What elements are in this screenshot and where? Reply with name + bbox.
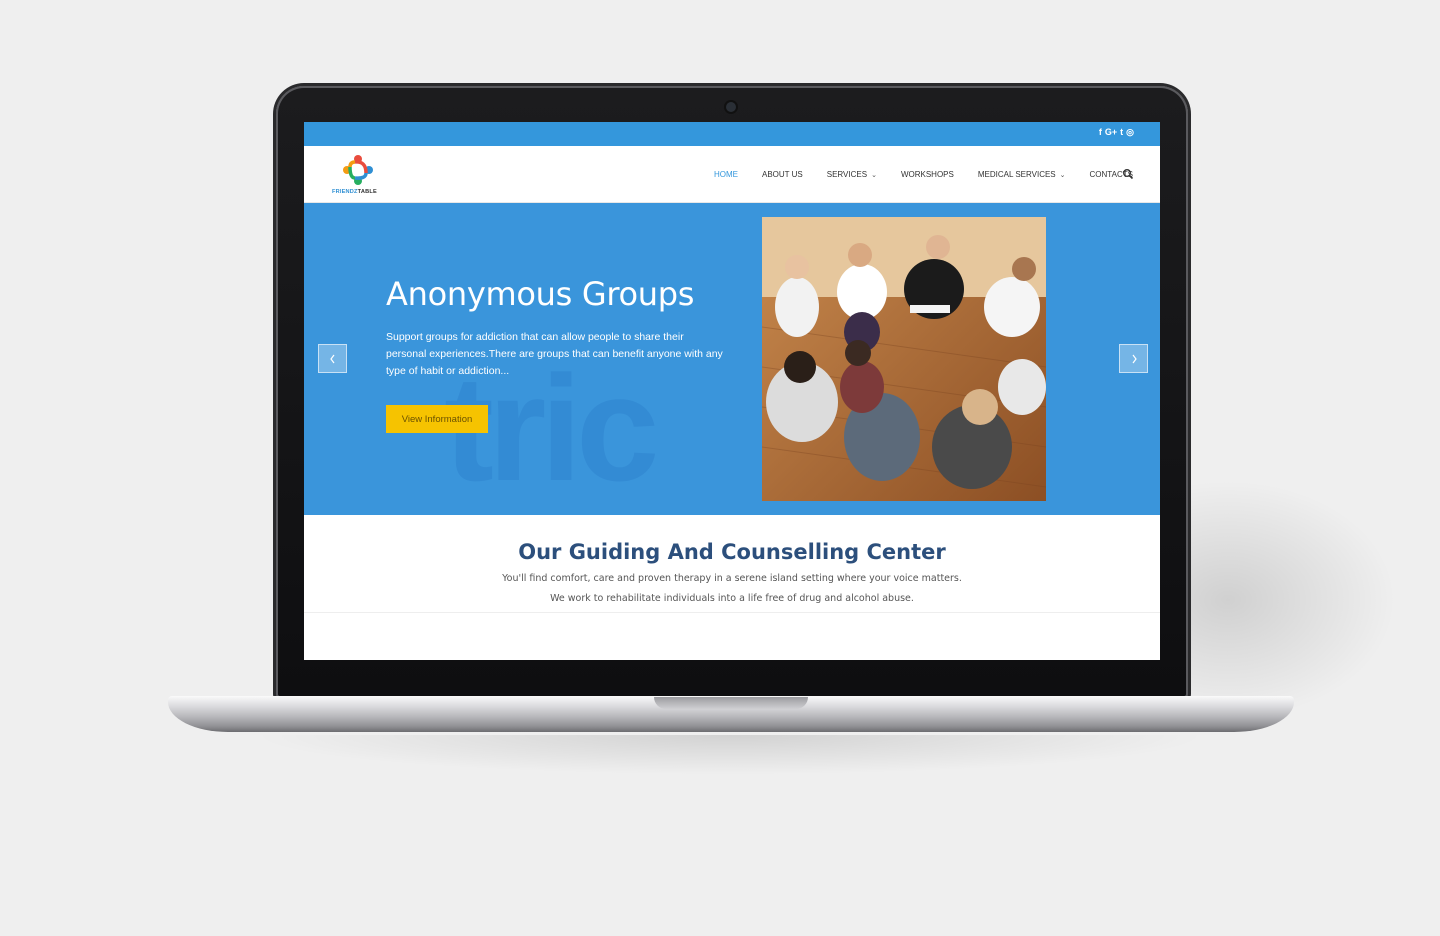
guide-text-line-1: You'll find comfort, care and proven the… (502, 573, 962, 584)
main-nav: HOME ABOUT US SERVICES ⌄ WORKSHOPS MEDICA… (714, 170, 1157, 179)
slider-next-button[interactable] (1119, 344, 1148, 373)
guide-title: Our Guiding And Counselling Center (518, 540, 946, 564)
twitter-icon[interactable]: t (1120, 127, 1123, 138)
nav-about-us-label: ABOUT US (762, 170, 803, 179)
chevron-down-icon: ⌄ (871, 171, 877, 179)
laptop-camera (726, 102, 736, 112)
view-information-button[interactable]: View Information (386, 405, 488, 433)
nav-workshops-label: WORKSHOPS (900, 170, 954, 179)
laptop-notch (654, 697, 808, 709)
laptop-base-shadow (250, 735, 1210, 775)
hero-slider: tric Anonymous Groups Support groups for… (304, 203, 1160, 515)
nav-home[interactable]: HOME (714, 170, 738, 179)
logo-text-friendz: FRIENDZ (332, 189, 358, 195)
chevron-right-icon (1132, 354, 1137, 363)
nav-about-us[interactable]: ABOUT US (762, 170, 803, 179)
search-icon[interactable] (1122, 168, 1134, 180)
hero-description: Support groups for addiction that can al… (386, 331, 723, 377)
logo-text-table: TABLE (357, 189, 377, 195)
top-bar: f G+ t ◎ (304, 122, 1160, 146)
chevron-down-icon: ⌄ (1059, 171, 1066, 179)
slider-prev-button[interactable] (318, 344, 347, 373)
hero-title: Anonymous Groups (386, 275, 695, 313)
nav-workshops[interactable]: WORKSHOPS (901, 170, 954, 179)
nav-medical-services-label: MEDICAL SERVICES (977, 170, 1056, 179)
social-links: f G+ t ◎ (1099, 127, 1134, 138)
nav-medical-services[interactable]: MEDICAL SERVICES ⌄ (978, 170, 1066, 179)
website-screen: f G+ t ◎ FRIENDZTABLE HOME ABOUT US SERV… (304, 122, 1160, 660)
section-divider (304, 612, 1160, 613)
guide-text-line-2: We work to rehabilitate individuals into… (550, 593, 914, 604)
nav-services-label: SERVICES (826, 170, 868, 179)
facebook-icon[interactable]: f (1099, 127, 1102, 138)
guiding-section: Our Guiding And Counselling Center You'l… (304, 515, 1160, 660)
site-header: FRIENDZTABLE HOME ABOUT US SERVICES ⌄ WOR… (304, 146, 1160, 203)
instagram-icon[interactable]: ◎ (1126, 127, 1134, 138)
google-plus-icon[interactable]: G+ (1105, 127, 1117, 138)
nav-services[interactable]: SERVICES ⌄ (827, 170, 877, 179)
nav-home-label: HOME (714, 170, 738, 179)
support-group-photo (762, 217, 1046, 501)
chevron-left-icon (329, 354, 334, 363)
laptop-shadow (1150, 470, 1410, 730)
logo-text: FRIENDZTABLE (332, 189, 377, 195)
